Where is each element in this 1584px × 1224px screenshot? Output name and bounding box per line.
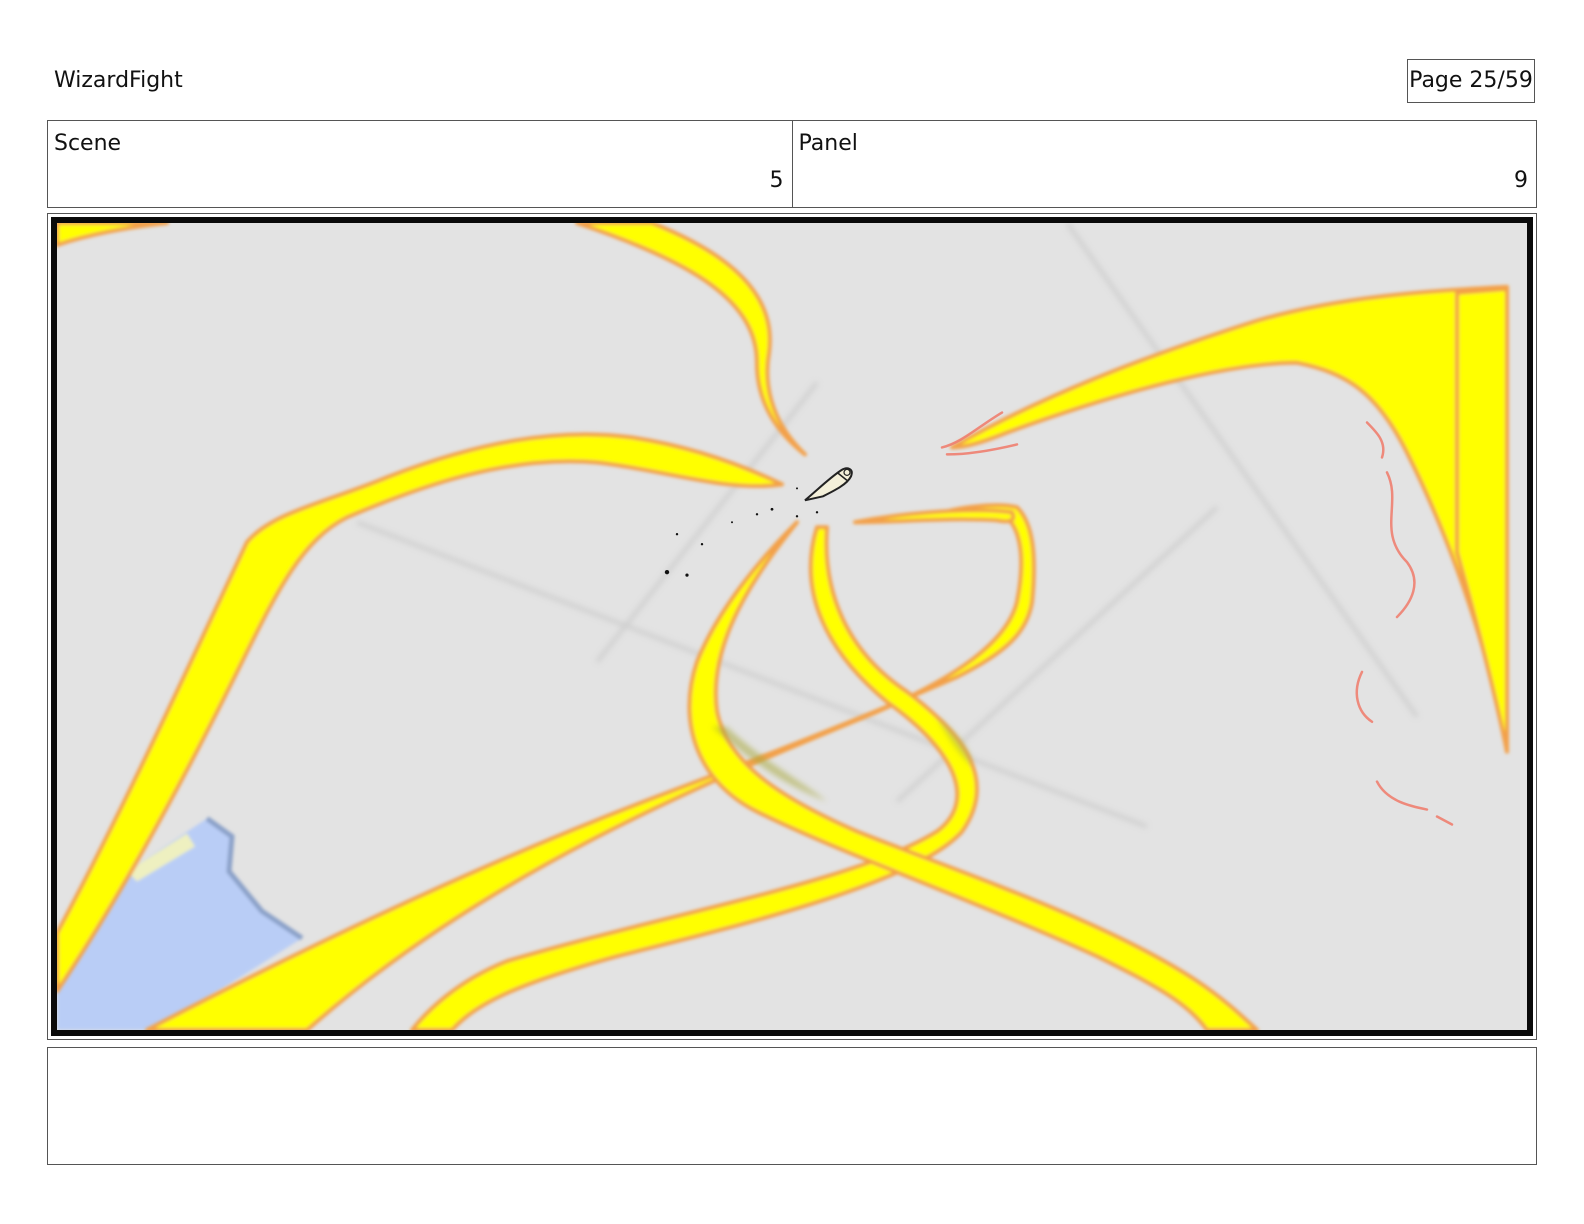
scene-cell: Scene 5: [48, 121, 792, 207]
panel-label: Panel: [798, 131, 858, 156]
scene-panel-info-row: Scene 5 Panel 9: [47, 120, 1537, 208]
scene-label: Scene: [54, 131, 122, 156]
storyboard-frame: [47, 213, 1537, 1040]
panel-cell: Panel 9: [791, 121, 1537, 207]
project-title: WizardFight: [54, 68, 183, 93]
storyboard-image: [51, 217, 1533, 1036]
notes-box: [47, 1047, 1537, 1165]
storyboard-drawing: [57, 223, 1527, 1030]
panel-number: 9: [1514, 168, 1528, 193]
page-counter: Page 25/59: [1407, 59, 1535, 103]
scene-number: 5: [769, 168, 784, 193]
